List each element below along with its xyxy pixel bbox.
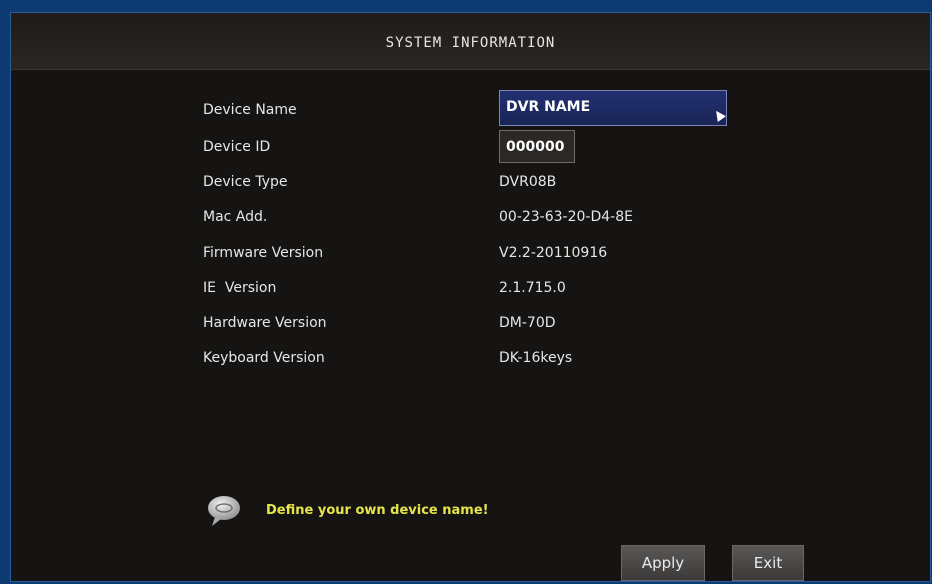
system-information-window: SYSTEM INFORMATION Device Name DVR NAME … xyxy=(10,12,931,582)
firmware-version-label: Firmware Version xyxy=(203,245,324,261)
apply-button[interactable]: Apply xyxy=(621,545,705,581)
device-id-label: Device ID xyxy=(203,139,271,155)
hint-text: Define your own device name! xyxy=(266,503,489,518)
window-title: SYSTEM INFORMATION xyxy=(385,35,556,51)
device-type-value: DVR08B xyxy=(499,174,557,190)
mac-address-label: Mac Add. xyxy=(203,209,268,225)
firmware-version-value: V2.2-20110916 xyxy=(499,245,608,261)
title-bar: SYSTEM INFORMATION xyxy=(11,13,930,70)
ie-version-value: 2.1.715.0 xyxy=(499,280,566,296)
exit-button[interactable]: Exit xyxy=(732,545,804,581)
device-name-label: Device Name xyxy=(203,102,297,118)
mac-address-value: 00-23-63-20-D4-8E xyxy=(499,209,633,225)
device-id-input[interactable]: 000000 xyxy=(499,130,575,163)
device-id-value: 000000 xyxy=(506,139,565,155)
keyboard-version-value: DK-16keys xyxy=(499,350,573,366)
device-type-label: Device Type xyxy=(203,174,288,190)
ie-version-label: IE Version xyxy=(203,280,277,296)
device-name-input[interactable]: DVR NAME xyxy=(499,90,727,126)
keyboard-version-label: Keyboard Version xyxy=(203,350,325,366)
device-name-value: DVR NAME xyxy=(506,99,591,115)
mouse-cursor-icon xyxy=(712,108,726,122)
speech-bubble-icon xyxy=(208,496,240,526)
hardware-version-label: Hardware Version xyxy=(203,315,327,331)
hardware-version-value: DM-70D xyxy=(499,315,556,331)
